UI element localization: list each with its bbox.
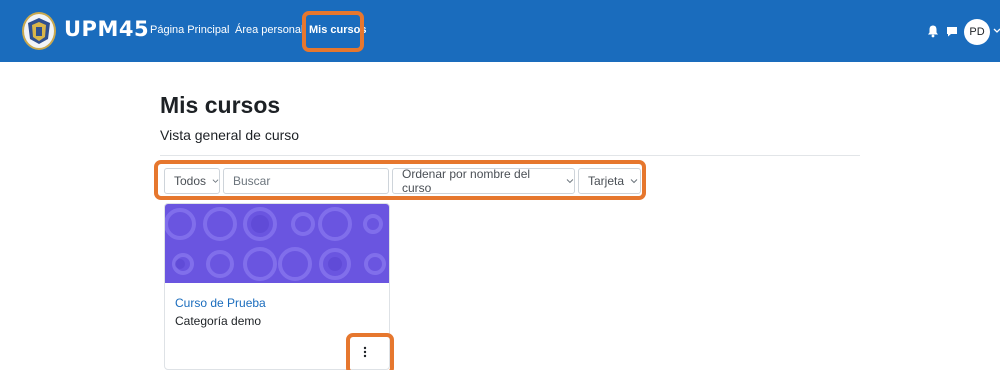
nav-link-my-courses[interactable]: Mis cursos xyxy=(309,24,366,36)
chevron-down-icon xyxy=(630,179,638,184)
top-navbar: UPM45 Página Principal Área personal Mis… xyxy=(0,0,1000,62)
page-title: Mis cursos xyxy=(160,92,281,118)
grouping-dropdown-label: Todos xyxy=(174,174,207,188)
view-dropdown-label: Tarjeta xyxy=(588,174,625,188)
view-dropdown[interactable]: Tarjeta xyxy=(578,168,641,194)
grouping-dropdown[interactable]: Todos xyxy=(164,168,220,194)
search-input[interactable]: Buscar xyxy=(223,168,389,194)
course-category: Categoría demo xyxy=(175,314,262,328)
course-image[interactable] xyxy=(165,204,390,283)
chevron-down-icon xyxy=(212,179,219,183)
kebab-menu-icon xyxy=(363,346,367,358)
chevron-down-icon xyxy=(566,179,574,184)
chat-icon[interactable] xyxy=(945,24,959,38)
search-input-placeholder: Buscar xyxy=(233,174,271,188)
sort-dropdown-label: Ordenar por nombre del curso xyxy=(402,167,531,195)
page-subtitle: Vista general de curso xyxy=(160,127,300,143)
chevron-down-icon[interactable] xyxy=(993,26,1000,36)
divider xyxy=(160,155,860,156)
course-actions-menu-button[interactable] xyxy=(351,340,379,364)
nav-link-home[interactable]: Página Principal xyxy=(150,24,230,36)
university-logo[interactable] xyxy=(22,12,56,50)
site-brand[interactable]: UPM45 xyxy=(64,17,149,41)
sort-dropdown[interactable]: Ordenar por nombre del curso xyxy=(392,167,575,195)
bell-icon[interactable] xyxy=(926,24,940,38)
nav-link-personal-area[interactable]: Área personal xyxy=(235,24,304,36)
user-avatar[interactable]: PD xyxy=(964,19,990,45)
crest-icon xyxy=(28,18,50,44)
course-name-link[interactable]: Curso de Prueba xyxy=(175,296,266,310)
